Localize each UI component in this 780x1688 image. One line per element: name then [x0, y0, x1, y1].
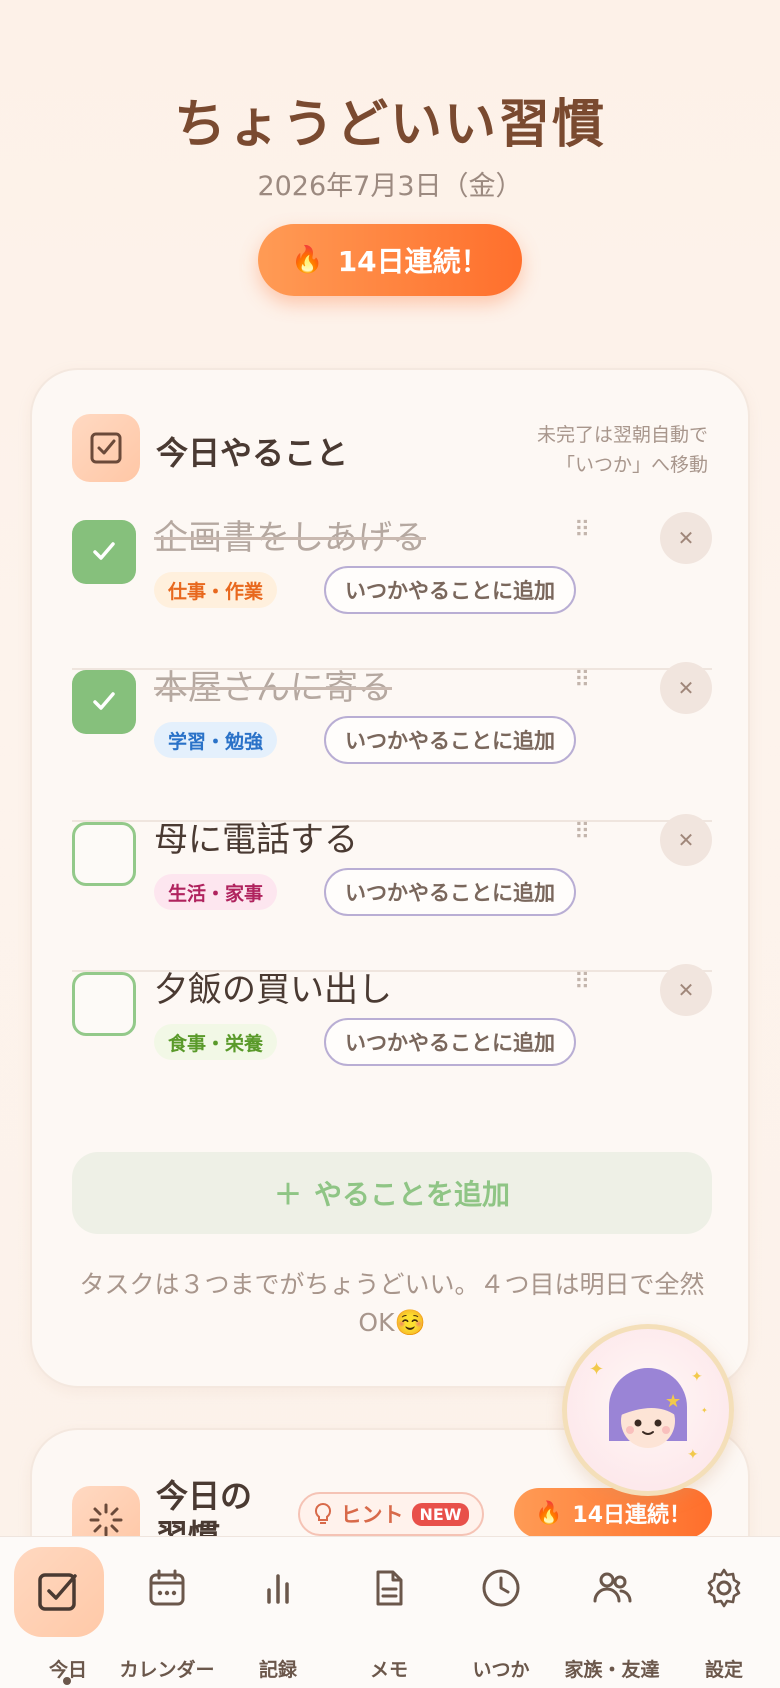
- add-to-someday-button[interactable]: いつかやることに追加: [324, 566, 576, 614]
- hint-button[interactable]: ヒント NEW: [298, 1492, 484, 1536]
- bar-chart-icon: [243, 1553, 313, 1623]
- task-checkbox[interactable]: [72, 520, 136, 584]
- plus-icon: ＋: [273, 1178, 302, 1211]
- close-icon: ✕: [677, 526, 695, 550]
- current-date: 2026年7月3日（金）: [257, 171, 523, 202]
- checkbox-icon: [14, 1547, 104, 1637]
- task-checkbox[interactable]: [72, 670, 136, 734]
- drag-handle-icon[interactable]: ⠿: [574, 668, 590, 693]
- task-checkbox[interactable]: [72, 972, 136, 1036]
- gear-icon: [689, 1553, 759, 1623]
- document-icon: [354, 1553, 424, 1623]
- drag-handle-icon[interactable]: ⠿: [574, 970, 590, 995]
- svg-text:✦: ✦: [687, 1447, 699, 1463]
- nav-calendar[interactable]: カレンダー: [111, 1537, 223, 1688]
- delete-task-button[interactable]: ✕: [660, 964, 712, 1016]
- task-item: 企画書をしあげる ⠿ ✕ 仕事・作業 いつかやることに追加: [72, 488, 712, 638]
- habit-streak-label: 14日連続！: [572, 1503, 692, 1528]
- lightbulb-icon: [314, 1502, 331, 1524]
- task-item: 母に電話する ⠿ ✕ 生活・家事 いつかやることに追加: [72, 790, 712, 940]
- new-badge: NEW: [411, 1502, 470, 1526]
- category-tag: 学習・勉強: [154, 722, 278, 758]
- carryover-note-line1: 未完了は翌朝自動で: [536, 424, 708, 446]
- close-icon: ✕: [677, 676, 695, 700]
- delete-task-button[interactable]: ✕: [660, 512, 712, 564]
- mascot-assistant-button[interactable]: ✦ ✦ ✦ ✦ ★: [562, 1324, 734, 1496]
- add-task-button[interactable]: ＋ やることを追加: [72, 1152, 712, 1234]
- task-item: 夕飯の買い出し ⠿ ✕ 食事・栄養 いつかやることに追加: [72, 940, 712, 1090]
- nav-family-friends[interactable]: 家族・友達: [556, 1537, 668, 1688]
- check-icon: [93, 542, 115, 560]
- nav-records[interactable]: 記録: [222, 1537, 334, 1688]
- checkbox-icon: [72, 414, 140, 482]
- task-checkbox[interactable]: [72, 822, 136, 886]
- carryover-note: 未完了は翌朝自動で 「いつか」へ移動: [537, 420, 708, 480]
- task-title[interactable]: 本屋さんに寄る: [154, 660, 392, 709]
- category-tag: 食事・栄養: [154, 1024, 278, 1060]
- category-tag: 生活・家事: [154, 874, 278, 910]
- svg-text:✦: ✦: [701, 1406, 708, 1415]
- flame-icon: 🔥: [291, 245, 324, 275]
- delete-task-button[interactable]: ✕: [660, 662, 712, 714]
- streak-badge[interactable]: 🔥 14日連続！: [258, 224, 522, 296]
- streak-label: 14日連続！: [337, 245, 489, 278]
- add-to-someday-button[interactable]: いつかやることに追加: [324, 1018, 576, 1066]
- nav-someday[interactable]: いつか: [445, 1537, 557, 1688]
- carryover-note-line2: 「いつか」へ移動: [555, 454, 708, 476]
- clock-icon: [466, 1553, 536, 1623]
- calendar-icon: [132, 1553, 202, 1623]
- mascot-avatar-icon: ✦ ✦ ✦ ✦ ★: [589, 1359, 708, 1463]
- card-title: 今日やること: [156, 434, 349, 472]
- nav-label: 設定: [704, 1659, 743, 1681]
- bottom-navigation: 今日 カレンダー 記録 メモ いつか 家族・友達 設定: [0, 1536, 780, 1688]
- task-title[interactable]: 夕飯の買い出し: [154, 962, 392, 1011]
- close-icon: ✕: [677, 978, 695, 1002]
- active-indicator: [63, 1677, 71, 1685]
- people-icon: [577, 1553, 647, 1623]
- task-item: 本屋さんに寄る ⠿ ✕ 学習・勉強 いつかやることに追加: [72, 638, 712, 788]
- app-title: ちょうどいい習慣: [173, 95, 606, 155]
- task-title[interactable]: 企画書をしあげる: [154, 510, 426, 559]
- today-tasks-card: 今日やること 未完了は翌朝自動で 「いつか」へ移動 企画書をしあげる ⠿ ✕ 仕…: [30, 368, 750, 1388]
- svg-text:★: ★: [665, 1391, 681, 1412]
- delete-task-button[interactable]: ✕: [660, 814, 712, 866]
- add-to-someday-button[interactable]: いつかやることに追加: [324, 716, 576, 764]
- drag-handle-icon[interactable]: ⠿: [574, 518, 590, 543]
- habit-streak-badge[interactable]: 🔥 14日連続！: [514, 1488, 712, 1538]
- hint-label: ヒント: [340, 1503, 404, 1527]
- drag-handle-icon[interactable]: ⠿: [574, 820, 590, 845]
- category-tag: 仕事・作業: [154, 572, 278, 608]
- svg-text:✦: ✦: [589, 1359, 604, 1380]
- task-title[interactable]: 母に電話する: [154, 812, 358, 861]
- nav-memo[interactable]: メモ: [333, 1537, 445, 1688]
- add-task-label: やることを追加: [314, 1178, 511, 1211]
- nav-settings[interactable]: 設定: [668, 1537, 780, 1688]
- close-icon: ✕: [677, 828, 695, 852]
- add-to-someday-button[interactable]: いつかやることに追加: [324, 868, 576, 916]
- flame-icon: 🔥: [534, 1500, 563, 1526]
- svg-text:✦: ✦: [691, 1369, 703, 1385]
- check-icon: [93, 692, 115, 710]
